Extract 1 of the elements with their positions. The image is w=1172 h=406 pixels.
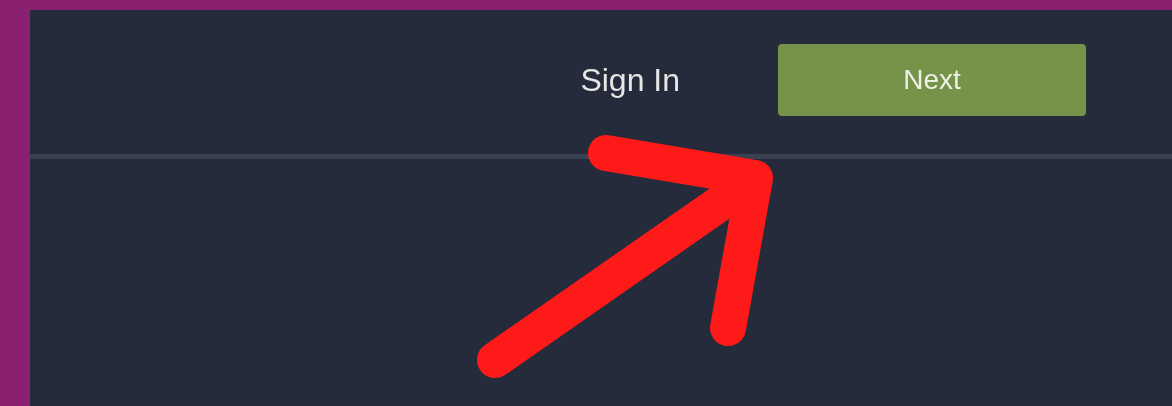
sign-in-link[interactable]: Sign In: [580, 56, 680, 104]
